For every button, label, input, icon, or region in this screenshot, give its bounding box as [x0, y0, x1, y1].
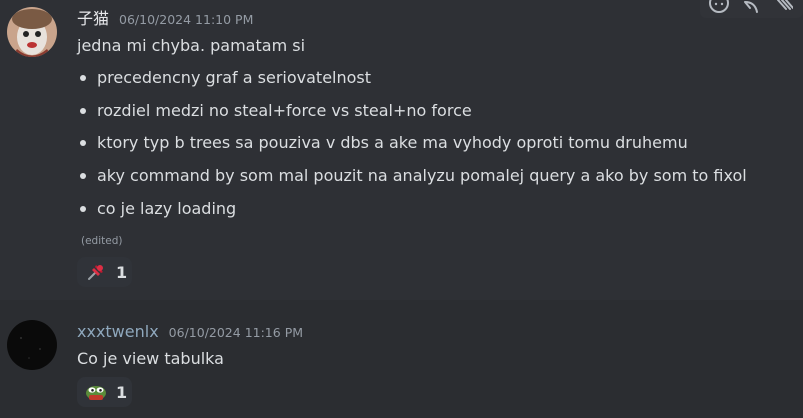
reaction-pushpin[interactable]: 1	[77, 257, 132, 287]
message-2[interactable]: xxxtwenlx 06/10/2024 11:16 PM Co je view…	[0, 312, 803, 418]
list-item: aky command by som mal pouzit na analyzu…	[77, 162, 747, 195]
bullet-dot	[80, 173, 86, 180]
list-item-text: rozdiel medzi no steal+force vs steal+no…	[97, 100, 472, 120]
message-text: Co je view tabulka	[77, 349, 224, 368]
list-item-text: aky command by som mal pouzit na analyzu…	[97, 166, 747, 186]
reply-icon[interactable]	[740, 0, 762, 16]
reaction-count: 1	[116, 382, 128, 402]
avatar[interactable]	[7, 320, 57, 370]
username[interactable]: 子猫	[77, 5, 109, 29]
username[interactable]: xxxtwenlx	[77, 322, 159, 341]
message-toolbar	[700, 0, 803, 18]
message-header: 子猫 06/10/2024 11:10 PM	[77, 5, 253, 29]
timestamp[interactable]: 06/10/2024 11:10 PM	[119, 12, 253, 27]
bullet-dot	[80, 140, 86, 147]
pushpin-emoji	[85, 261, 107, 283]
message-1[interactable]: 子猫 06/10/2024 11:10 PM jedna mi chyba. p…	[0, 0, 803, 300]
bullet-list: precedencny graf a seriovatelnost rozdie…	[77, 64, 747, 227]
timestamp[interactable]: 06/10/2024 11:16 PM	[169, 325, 303, 340]
more-icon[interactable]	[772, 0, 794, 16]
list-item: ktory typ b trees sa pouziva v dbs a ake…	[77, 129, 747, 162]
reaction-count: 1	[116, 262, 128, 282]
bullet-dot	[80, 205, 86, 212]
edited-label: (edited)	[81, 235, 123, 247]
list-item: co je lazy loading	[77, 195, 747, 228]
bullet-dot	[80, 75, 86, 81]
avatar[interactable]	[7, 7, 57, 57]
message-header: xxxtwenlx 06/10/2024 11:16 PM	[77, 322, 303, 344]
reaction-pepe[interactable]: 1	[77, 377, 132, 407]
bullet-dot	[80, 107, 86, 114]
list-item-text: ktory typ b trees sa pouziva v dbs a ake…	[97, 133, 688, 153]
add-reaction-icon[interactable]	[708, 0, 730, 16]
list-item-text: co je lazy loading	[97, 198, 237, 218]
list-item-text: precedencny graf a seriovatelnost	[97, 68, 372, 87]
message-text: jedna mi chyba. pamatam si	[77, 36, 306, 55]
pepe-frog-emoji	[85, 381, 107, 403]
list-item: rozdiel medzi no steal+force vs steal+no…	[77, 97, 747, 130]
list-item: precedencny graf a seriovatelnost	[77, 64, 747, 97]
